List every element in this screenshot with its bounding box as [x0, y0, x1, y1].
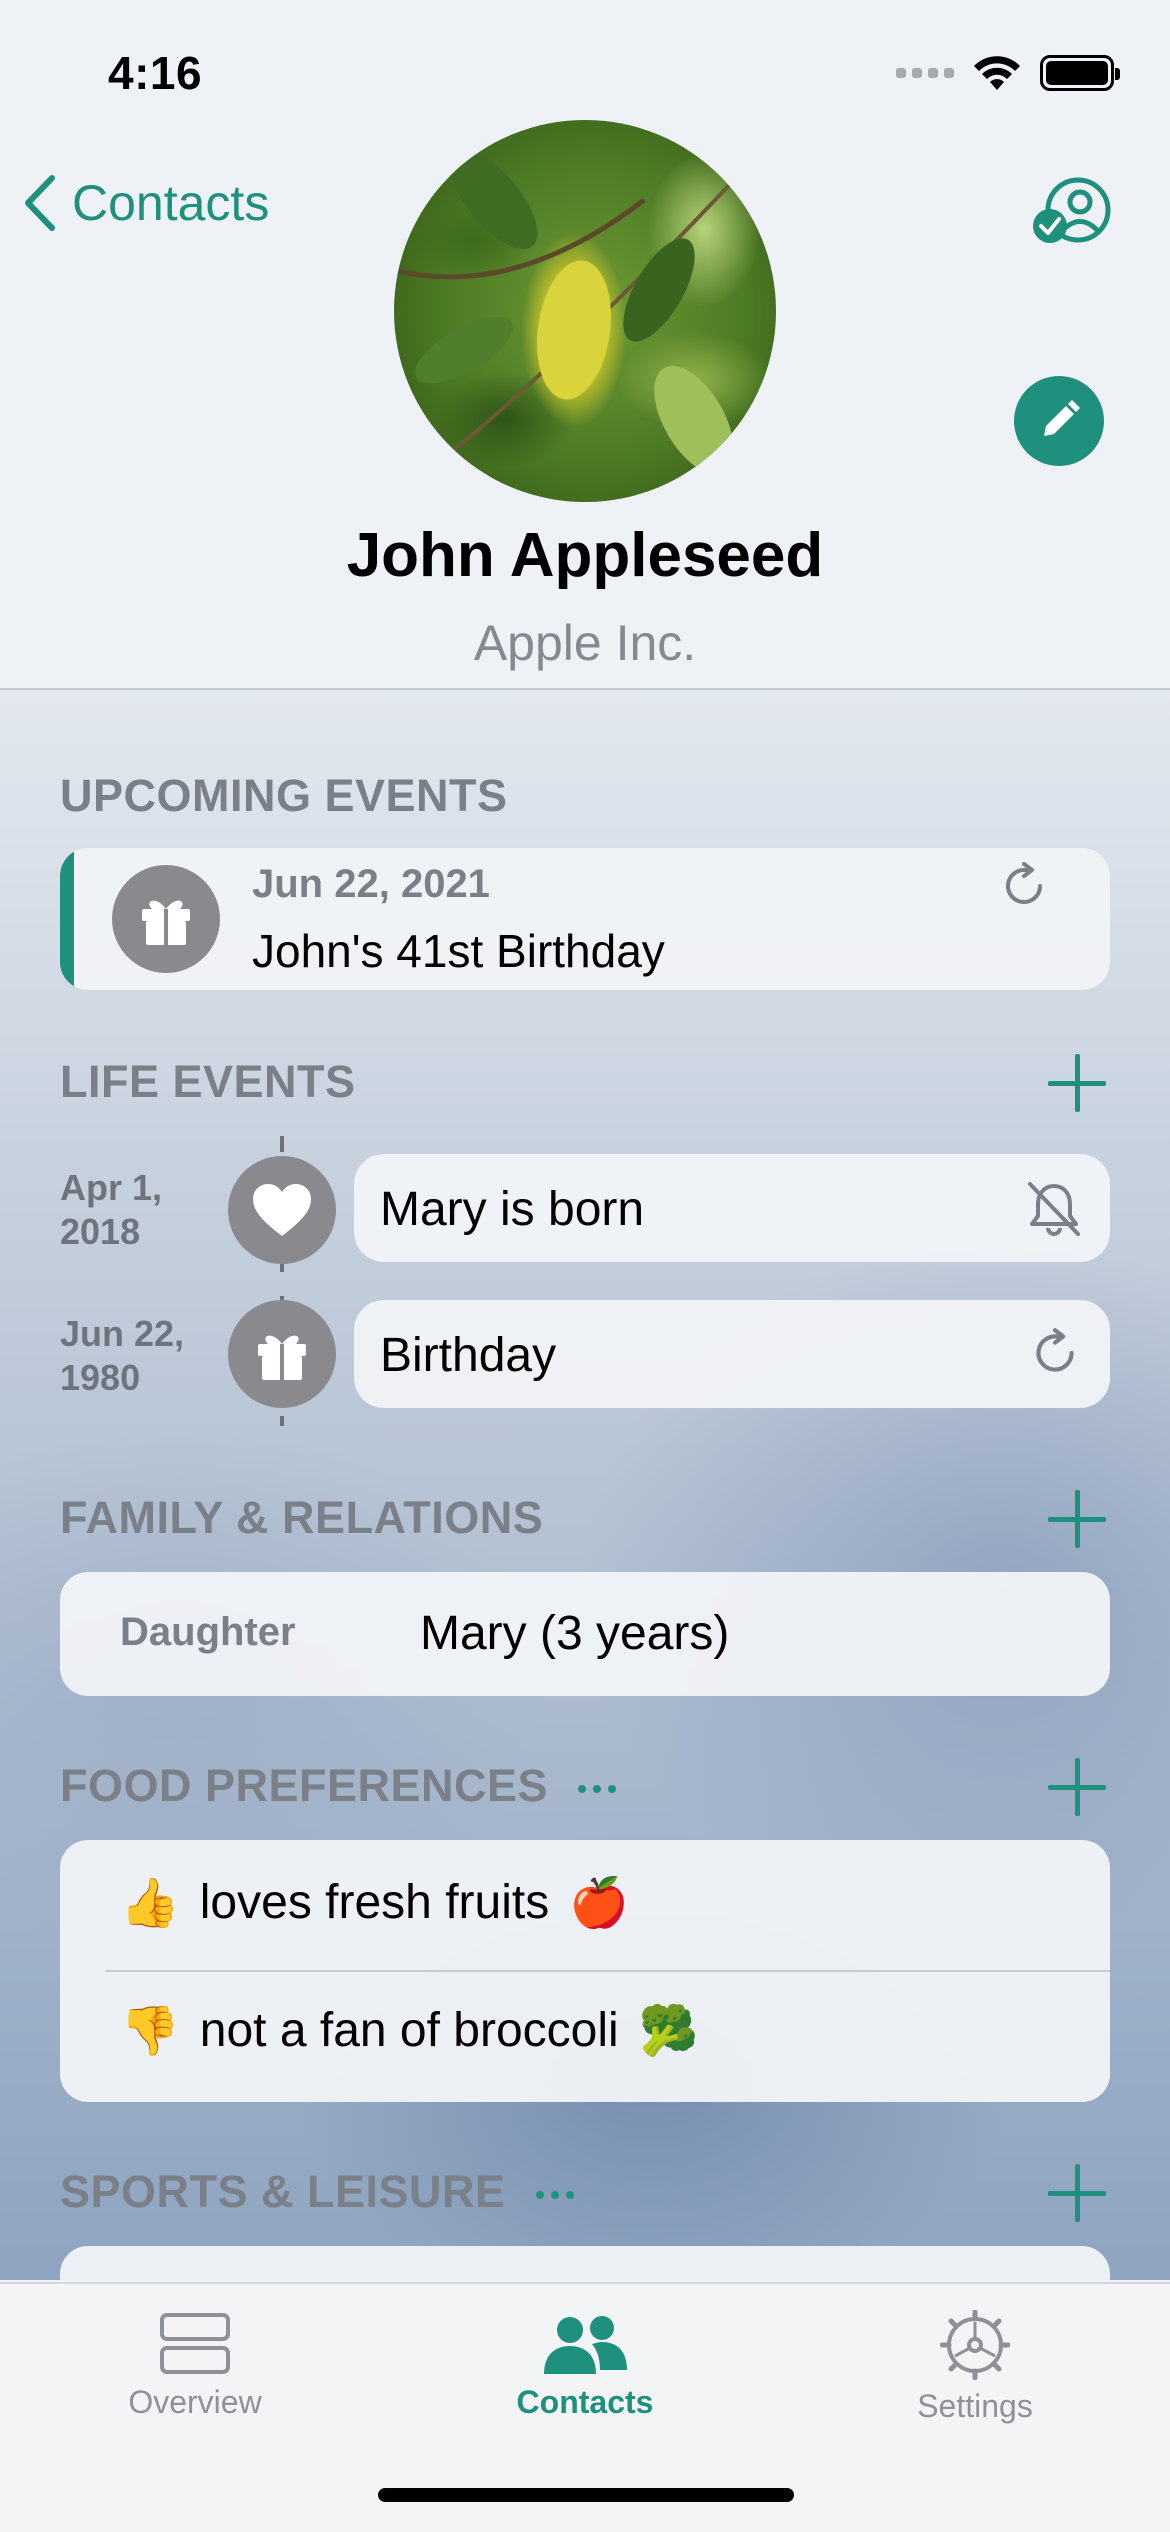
leaf-image	[394, 151, 736, 475]
add-life-event-button[interactable]	[1048, 1054, 1106, 1112]
person-checkmark-icon	[1033, 177, 1111, 243]
section-title-upcoming: UPCOMING EVENTS	[60, 770, 508, 821]
tab-contacts[interactable]: Contacts	[390, 2284, 780, 2444]
gear-icon	[940, 2310, 1010, 2380]
relation-type: Daughter	[120, 1610, 296, 1654]
upcoming-event-card[interactable]: Jun 22, 2021 John's 41st Birthday	[60, 848, 1110, 990]
gift-icon	[112, 865, 220, 973]
life-event-date: Jun 22, 1980	[60, 1313, 185, 1398]
section-title-family: FAMILY & RELATIONS	[60, 1492, 544, 1543]
gift-icon	[228, 1300, 336, 1408]
chevron-left-icon	[25, 175, 55, 231]
tab-overview[interactable]: Overview	[0, 2284, 390, 2444]
broccoli-icon: 🥦	[638, 2005, 699, 2058]
contact-name: John Appleseed	[346, 521, 824, 590]
battery-icon	[1040, 55, 1120, 91]
more-dots-icon[interactable]	[535, 2191, 574, 2200]
heart-icon	[228, 1156, 336, 1264]
wifi-icon	[974, 56, 1020, 90]
thumbs-up-icon: 👍	[120, 1877, 180, 1930]
refresh-icon	[1036, 1328, 1074, 1372]
overview-icon	[160, 2313, 230, 2374]
pencil-icon	[1044, 400, 1080, 436]
contact-verified-button[interactable]	[1032, 176, 1114, 251]
tab-label: Contacts	[516, 2384, 654, 2420]
add-sports-button[interactable]	[1048, 2164, 1106, 2222]
section-title-life-events: LIFE EVENTS	[60, 1056, 356, 1107]
life-event-card[interactable]: Birthday	[354, 1300, 1110, 1408]
edit-button[interactable]	[1014, 376, 1104, 466]
event-accent-bar	[60, 848, 74, 990]
bell-slash-icon	[1028, 1182, 1080, 1236]
tab-label: Overview	[128, 2384, 262, 2420]
life-event-date: Apr 1, 2018	[60, 1167, 163, 1252]
preference-text: loves fresh fruits	[199, 1876, 550, 1929]
home-indicator	[378, 2488, 794, 2502]
contact-photo	[394, 120, 776, 502]
food-preferences-card: 👍 loves fresh fruits 🍎 👎 not a fan of br…	[60, 1840, 1110, 2102]
thumbs-down-icon: 👎	[120, 2005, 180, 2058]
tab-label: Settings	[917, 2388, 1033, 2424]
event-date: Jun 22, 2021	[252, 862, 490, 906]
contact-header: 4:16 Contacts John Appleseed Apple Inc.	[0, 0, 1170, 690]
row-divider	[106, 1970, 1110, 1972]
relation-row[interactable]: Daughter Mary (3 years)	[60, 1572, 1110, 1696]
event-title: John's 41st Birthday	[252, 925, 665, 977]
food-title-text: FOOD PREFERENCES	[60, 1760, 549, 1811]
food-preference-row[interactable]: 👎 not a fan of broccoli 🥦	[120, 2002, 698, 2059]
section-title-sports: SPORTS & LEISURE	[60, 2166, 574, 2218]
relation-value: Mary (3 years)	[420, 1607, 730, 1660]
more-dots-icon[interactable]	[578, 1785, 617, 1794]
back-button[interactable]: Contacts	[22, 174, 269, 232]
status-time: 4:16	[108, 47, 203, 99]
cellular-signal-icon	[896, 68, 954, 78]
section-title-food: FOOD PREFERENCES	[60, 1760, 617, 1812]
contact-company: Apple Inc.	[473, 615, 697, 671]
add-food-preference-button[interactable]	[1048, 1758, 1106, 1816]
life-event-card[interactable]: Mary is born	[354, 1154, 1110, 1262]
life-event-label: Mary is born	[380, 1183, 645, 1236]
refresh-icon	[1006, 862, 1042, 904]
food-preference-row[interactable]: 👍 loves fresh fruits 🍎	[120, 1874, 629, 1931]
add-relation-button[interactable]	[1048, 1490, 1106, 1548]
tab-settings[interactable]: Settings	[780, 2284, 1170, 2444]
back-label: Contacts	[72, 175, 270, 231]
sports-title-text: SPORTS & LEISURE	[60, 2166, 506, 2217]
life-event-label: Birthday	[380, 1329, 557, 1382]
preference-text: not a fan of broccoli	[199, 2004, 619, 2057]
status-indicators	[896, 54, 1120, 92]
apple-icon: 🍎	[569, 1877, 629, 1930]
people-icon	[544, 2316, 627, 2374]
